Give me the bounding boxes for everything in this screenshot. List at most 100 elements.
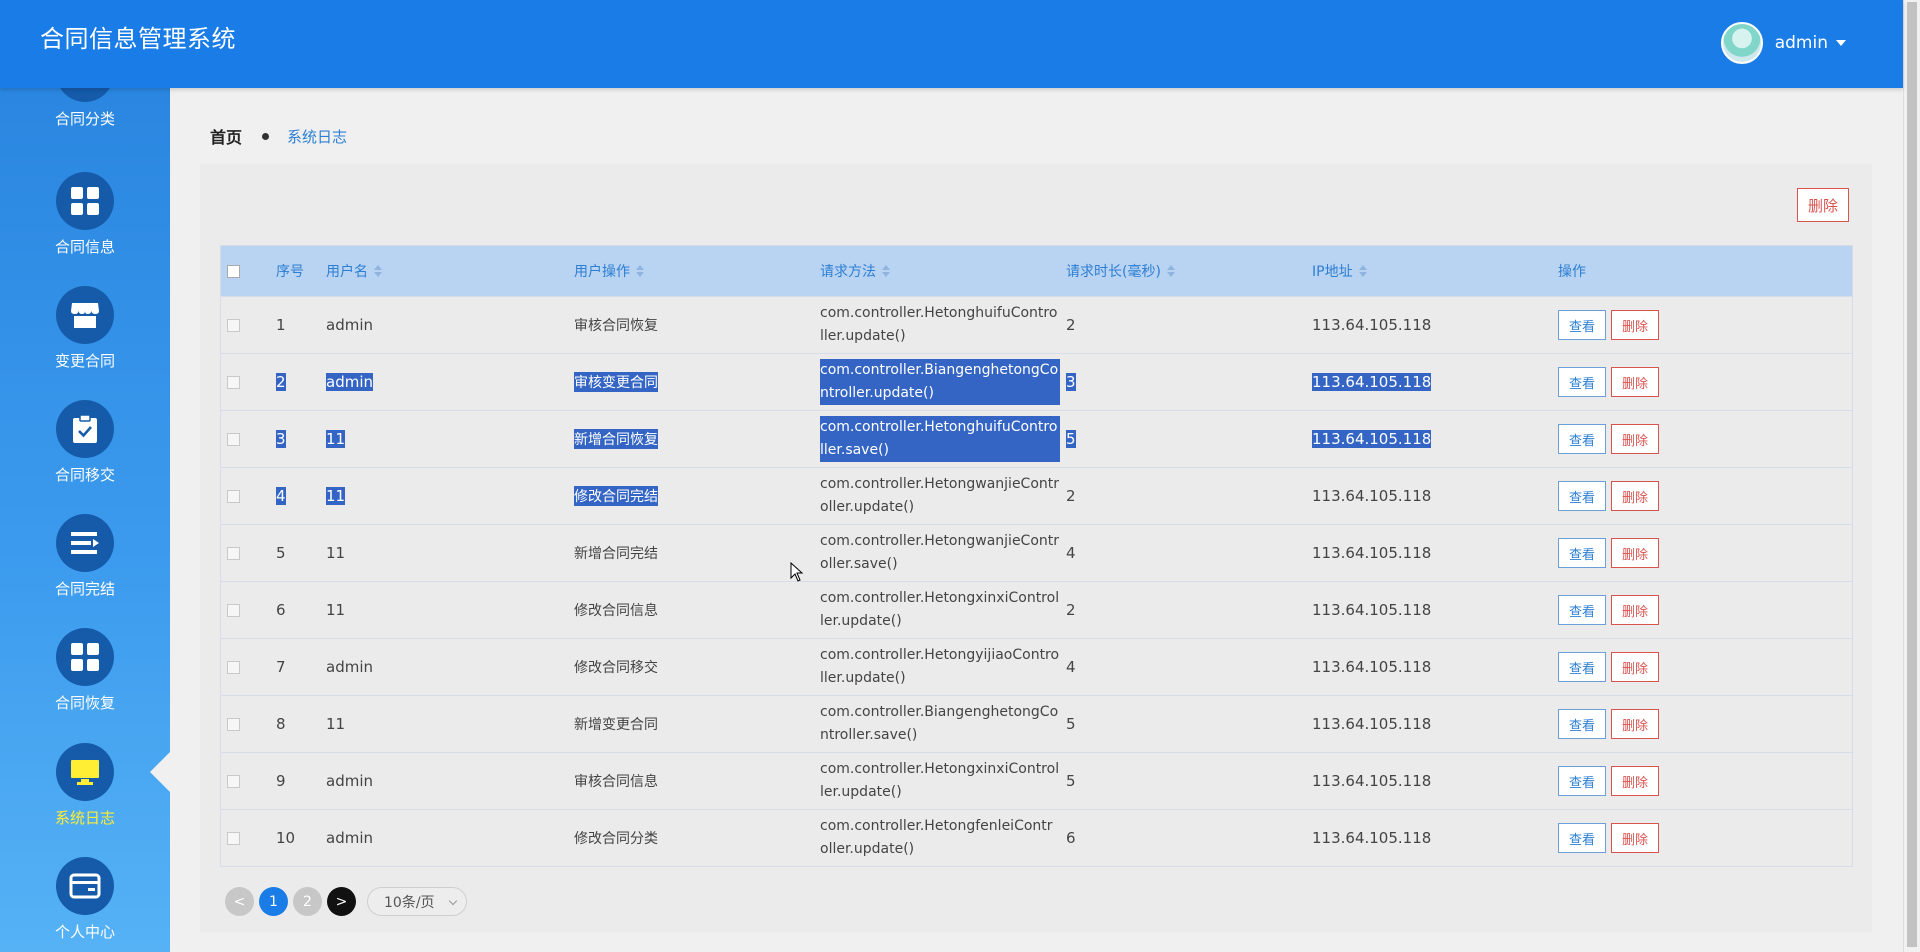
app-title: 合同信息管理系统 bbox=[40, 25, 236, 53]
row-checkbox[interactable] bbox=[227, 774, 240, 788]
scrollbar-thumb[interactable] bbox=[1907, 2, 1917, 947]
row-checkbox[interactable] bbox=[227, 831, 240, 845]
cell-username: 11 bbox=[326, 487, 346, 505]
view-button[interactable]: 查看 bbox=[1558, 310, 1607, 340]
table-row: 3 11 新增合同恢复 com.controller.HetonghuifuContr… bbox=[221, 410, 1852, 467]
cell-duration: 4 bbox=[1066, 658, 1076, 676]
avatar[interactable] bbox=[1720, 22, 1763, 64]
view-button[interactable]: 查看 bbox=[1558, 823, 1607, 853]
chevron-down-icon bbox=[448, 896, 458, 906]
delete-button[interactable]: 删除 bbox=[1611, 481, 1660, 511]
breadcrumb-home[interactable]: 首页 bbox=[210, 124, 242, 148]
delete-button[interactable]: 删除 bbox=[1611, 823, 1660, 853]
cell-username: admin bbox=[326, 373, 373, 391]
monitor-icon bbox=[56, 743, 114, 801]
sidebar-item-contract-category[interactable]: 合同分类 bbox=[0, 88, 170, 158]
sidebar-item-contract-restore[interactable]: 合同恢复 bbox=[0, 628, 170, 742]
sort-icon[interactable] bbox=[882, 265, 890, 277]
row-checkbox[interactable] bbox=[227, 717, 240, 731]
sort-icon[interactable] bbox=[636, 265, 644, 277]
table-row: 7 admin 修改合同移交 com.controller.HetongyijiaoC… bbox=[221, 638, 1852, 695]
header-duration[interactable]: 请求时长(毫秒) bbox=[1066, 261, 1161, 281]
cell-duration: 2 bbox=[1066, 601, 1076, 619]
row-checkbox[interactable] bbox=[227, 660, 240, 674]
cell-method: com.controller.HetongwanjieController.up… bbox=[820, 476, 1060, 515]
table-row: 5 11 新增合同完结 com.controller.HetongwanjieCont… bbox=[221, 524, 1852, 581]
page-button-1[interactable]: 1 bbox=[259, 887, 288, 916]
row-checkbox[interactable] bbox=[227, 432, 240, 446]
cell-ip: 113.64.105.118 bbox=[1312, 430, 1432, 448]
cell-operation: 修改合同信息 bbox=[574, 603, 658, 619]
delete-button[interactable]: 删除 bbox=[1611, 595, 1660, 625]
caret-down-icon[interactable] bbox=[1836, 40, 1846, 46]
table-row: 4 11 修改合同完结 com.controller.HetongwanjieCont… bbox=[221, 467, 1852, 524]
view-button[interactable]: 查看 bbox=[1558, 481, 1607, 511]
delete-button[interactable]: 删除 bbox=[1611, 709, 1660, 739]
view-button[interactable]: 查看 bbox=[1558, 367, 1607, 397]
view-button[interactable]: 查看 bbox=[1558, 709, 1607, 739]
sidebar: 合同分类 合同信息 变更合同 合同移交 合同完结 合同恢复 系统日志 个人中心 bbox=[0, 88, 170, 952]
delete-button[interactable]: 删除 bbox=[1611, 310, 1660, 340]
table-header: 序号 用户名 用户操作 请求方法 请求时长(毫秒) IP地址 操作 bbox=[221, 246, 1852, 296]
next-page-button[interactable]: > bbox=[327, 887, 356, 916]
sidebar-item-contract-info[interactable]: 合同信息 bbox=[0, 172, 170, 286]
user-menu[interactable]: admin bbox=[1720, 22, 1846, 64]
delete-button[interactable]: 删除 bbox=[1611, 538, 1660, 568]
view-button[interactable]: 查看 bbox=[1558, 766, 1607, 796]
sidebar-item-contract-complete[interactable]: 合同完结 bbox=[0, 514, 170, 628]
sort-icon[interactable] bbox=[1358, 265, 1367, 277]
cell-duration: 5 bbox=[1066, 715, 1076, 733]
cell-operation: 审核变更合同 bbox=[574, 372, 658, 392]
cell-index: 4 bbox=[276, 487, 286, 505]
cell-duration: 6 bbox=[1066, 829, 1076, 847]
cell-index: 1 bbox=[276, 316, 286, 334]
store-icon bbox=[56, 286, 114, 344]
header-method[interactable]: 请求方法 bbox=[820, 261, 876, 281]
table-row: 2 admin 审核变更合同 com.controller.Biangengheton… bbox=[221, 353, 1852, 410]
cell-method: com.controller.HetongxinxiController.upd… bbox=[820, 590, 1060, 629]
row-checkbox[interactable] bbox=[227, 375, 240, 389]
page-scrollbar[interactable] bbox=[1903, 0, 1920, 952]
cell-index: 8 bbox=[276, 715, 286, 733]
page-size-select[interactable]: 10条/页 bbox=[367, 887, 467, 916]
delete-button[interactable]: 删除 bbox=[1611, 766, 1660, 796]
sort-icon[interactable] bbox=[1166, 265, 1175, 277]
view-button[interactable]: 查看 bbox=[1558, 538, 1607, 568]
sidebar-item-contract-transfer[interactable]: 合同移交 bbox=[0, 400, 170, 514]
sidebar-item-change-contract[interactable]: 变更合同 bbox=[0, 286, 170, 400]
sidebar-item-label: 个人中心 bbox=[54, 923, 115, 941]
cell-username: admin bbox=[326, 316, 373, 334]
page-button-2[interactable]: 2 bbox=[293, 887, 322, 916]
view-button[interactable]: 查看 bbox=[1558, 424, 1607, 454]
select-all-checkbox[interactable] bbox=[227, 264, 240, 278]
cell-duration: 5 bbox=[1066, 430, 1076, 448]
row-checkbox[interactable] bbox=[227, 489, 240, 503]
header-index: 序号 bbox=[276, 264, 304, 280]
view-button[interactable]: 查看 bbox=[1558, 595, 1607, 625]
sort-icon[interactable] bbox=[374, 265, 382, 277]
header-operation[interactable]: 用户操作 bbox=[574, 261, 630, 281]
delete-button[interactable]: 删除 bbox=[1611, 424, 1660, 454]
row-checkbox[interactable] bbox=[227, 318, 240, 332]
header-ip[interactable]: IP地址 bbox=[1312, 261, 1353, 281]
delete-button[interactable]: 删除 bbox=[1611, 367, 1660, 397]
batch-delete-button[interactable]: 删除 bbox=[1797, 188, 1849, 222]
cell-index: 10 bbox=[276, 829, 296, 847]
username-label[interactable]: admin bbox=[1775, 33, 1828, 53]
cell-ip: 113.64.105.118 bbox=[1312, 658, 1432, 676]
prev-page-button[interactable]: < bbox=[225, 887, 254, 916]
cell-duration: 5 bbox=[1066, 772, 1076, 790]
row-checkbox[interactable] bbox=[227, 546, 240, 560]
view-button[interactable]: 查看 bbox=[1558, 652, 1607, 682]
cell-method: com.controller.HetongfenleiController.up… bbox=[820, 818, 1053, 857]
sidebar-item-personal-center[interactable]: 个人中心 bbox=[0, 857, 170, 952]
delete-button[interactable]: 删除 bbox=[1611, 652, 1660, 682]
cell-operation: 修改合同完结 bbox=[574, 486, 658, 506]
cell-operation: 审核合同恢复 bbox=[574, 318, 658, 334]
row-checkbox[interactable] bbox=[227, 603, 240, 617]
cell-duration: 2 bbox=[1066, 316, 1076, 334]
header-username[interactable]: 用户名 bbox=[326, 261, 368, 281]
cell-method: com.controller.HetonghuifuController.sav… bbox=[820, 416, 1060, 462]
sidebar-item-system-log[interactable]: 系统日志 bbox=[0, 743, 170, 857]
cell-method: com.controller.HetongxinxiController.upd… bbox=[820, 761, 1060, 800]
